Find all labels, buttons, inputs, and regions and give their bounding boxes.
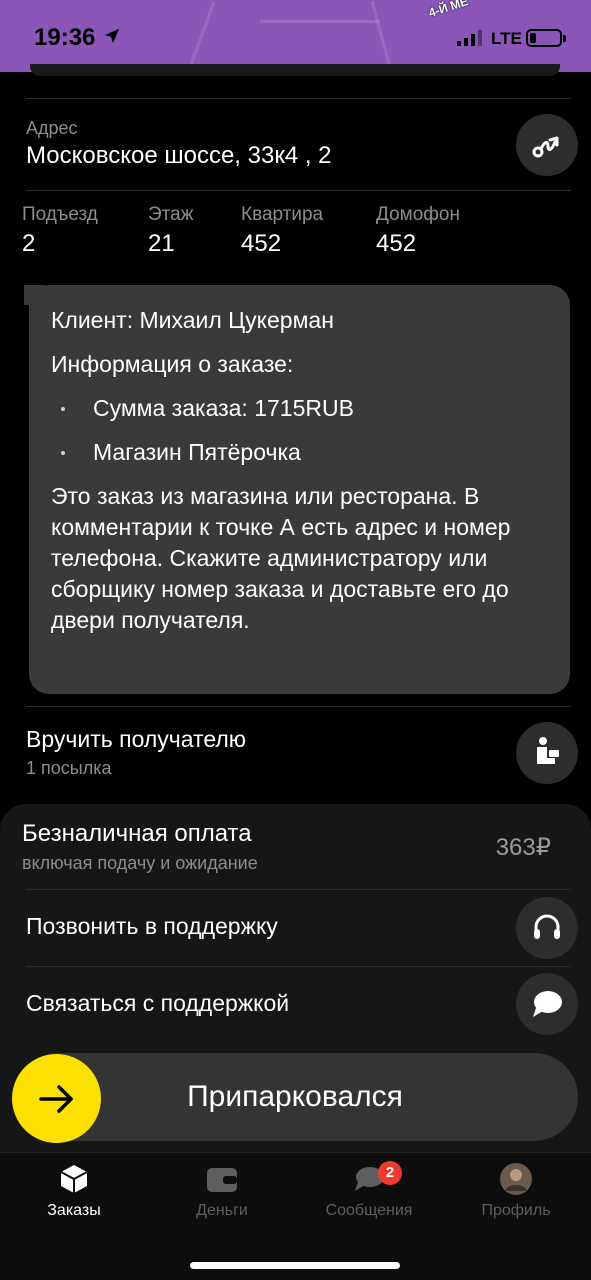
tab-label: Деньги xyxy=(196,1202,248,1219)
divider xyxy=(26,966,571,967)
location-arrow-icon xyxy=(104,28,120,44)
tab-label: Заказы xyxy=(47,1202,101,1219)
detail-label: Этаж xyxy=(148,204,194,225)
detail-label: Домофон xyxy=(376,204,460,225)
map-road xyxy=(187,1,216,71)
address-value[interactable]: Московское шоссе, 33к4 , 2 xyxy=(26,142,332,170)
hand-over-button[interactable] xyxy=(516,722,578,784)
tab-profile[interactable]: Профиль xyxy=(456,1162,576,1220)
box-icon xyxy=(60,1165,88,1193)
route-button[interactable] xyxy=(516,114,578,176)
detail-entrance: Подъезд 2 xyxy=(22,204,98,258)
bubble-tail xyxy=(24,285,44,305)
battery-icon xyxy=(526,29,566,47)
detail-apartment: Квартира 452 xyxy=(241,204,323,258)
chat-support-button[interactable] xyxy=(516,973,578,1035)
detail-label: Подъезд xyxy=(22,204,98,225)
address-label: Адрес xyxy=(26,118,78,138)
previous-card-edge xyxy=(30,64,560,76)
payment-amount: 363₽ xyxy=(495,834,551,861)
bullet-icon xyxy=(61,451,65,455)
headset-icon xyxy=(534,914,560,939)
hand-over-icon xyxy=(537,737,559,764)
wallet-icon xyxy=(207,1168,237,1192)
payment-subtitle: включая подачу и ожидание xyxy=(22,853,258,873)
network-type: LTE xyxy=(491,29,522,48)
order-instructions: Это заказ из магазина или ресторана. В к… xyxy=(51,483,511,633)
signal-icon xyxy=(457,30,482,46)
tab-orders[interactable]: Заказы xyxy=(14,1162,134,1220)
payment-title: Безналичная оплата xyxy=(22,820,252,847)
detail-floor: Этаж 21 xyxy=(148,204,193,258)
status-bar: 19:36 4-Й МЕ LTE xyxy=(0,0,591,72)
deliver-title[interactable]: Вручить получателю xyxy=(26,726,246,753)
call-support-label[interactable]: Позвонить в поддержку xyxy=(26,913,278,940)
order-comment-bubble: Клиент: Михаил Цукерман Информация о зак… xyxy=(24,285,570,694)
call-support-button[interactable] xyxy=(516,897,578,959)
client-name: Клиент: Михаил Цукерман xyxy=(51,307,334,333)
detail-value: 452 xyxy=(241,230,282,257)
messages-badge: 2 xyxy=(378,1161,402,1185)
detail-intercom: Домофон 452 xyxy=(376,204,460,258)
detail-value: 2 xyxy=(22,230,36,257)
detail-label: Квартира xyxy=(241,204,324,225)
map-road xyxy=(260,20,380,23)
deliver-subtitle: 1 посылка xyxy=(26,758,112,778)
divider xyxy=(26,706,571,707)
parked-label: Припарковался xyxy=(187,1080,403,1113)
order-sum: Сумма заказа: 1715RUB xyxy=(93,395,354,421)
status-time: 19:36 xyxy=(34,24,96,51)
list-item: Магазин Пятёрочка xyxy=(51,437,551,468)
bullet-icon xyxy=(61,407,65,411)
tab-messages[interactable]: Сообщения xyxy=(309,1162,429,1220)
map-road xyxy=(370,0,393,72)
divider xyxy=(26,190,571,191)
tab-label: Сообщения xyxy=(325,1202,413,1219)
tab-money[interactable]: Деньги xyxy=(162,1162,282,1220)
order-info-heading: Информация о заказе: xyxy=(51,351,294,377)
divider xyxy=(26,98,571,99)
tab-label: Профиль xyxy=(481,1202,551,1219)
home-indicator xyxy=(190,1262,400,1269)
detail-value: 21 xyxy=(148,230,175,257)
route-icon xyxy=(532,136,559,158)
arrow-right-icon xyxy=(38,1084,73,1113)
store-name: Магазин Пятёрочка xyxy=(93,439,301,465)
chat-support-label[interactable]: Связаться с поддержкой xyxy=(26,990,289,1017)
chat-bubble-icon xyxy=(533,991,562,1017)
list-item: Сумма заказа: 1715RUB xyxy=(51,393,551,424)
divider xyxy=(26,889,571,890)
detail-value: 452 xyxy=(376,230,417,257)
avatar xyxy=(500,1163,532,1195)
parked-slider-handle[interactable] xyxy=(12,1054,101,1143)
map-label: 4-Й МЕ xyxy=(426,0,470,20)
